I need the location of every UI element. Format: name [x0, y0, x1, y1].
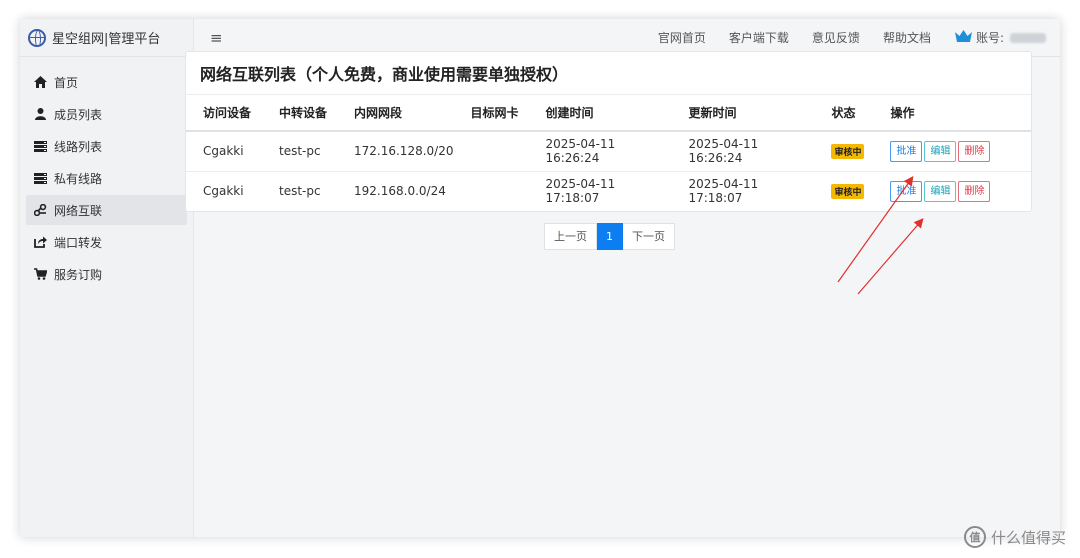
network-table: 访问设备 中转设备 内网网段 目标网卡 创建时间 更新时间 状态 操作 Cgak… [186, 95, 1031, 211]
delete-button[interactable]: 删除 [958, 180, 991, 202]
col-status: 状态 [814, 95, 874, 132]
cell-relay-device: test-pc [279, 184, 321, 199]
sidebar-nav: 首页 成员列表 线路列表 私有线路 网络互联 端口转发 服务订购 [20, 57, 193, 289]
top-links: 官网首页 客户端下载 意见反馈 帮助文档 账号: [635, 29, 1060, 46]
cell-created-time: 2025-04-11 16:26:24 [528, 131, 672, 172]
col-relay-device: 中转设备 [262, 95, 337, 132]
cell-created-time: 2025-04-11 17:18:07 [545, 177, 616, 206]
cell-updated-time: 2025-04-11 16:26:24 [671, 131, 815, 172]
cell-status: 审核中 [814, 171, 873, 211]
cell-updated-time: 2025-04-11 17:18:07 [688, 177, 759, 206]
pagination: 上一页 1 下一页 [544, 223, 675, 250]
cell-actions: 批准 编辑 删除 [873, 171, 1031, 211]
cell-relay-device: test-pc [262, 131, 337, 172]
col-actions: 操作 [873, 95, 1031, 132]
watermark: 值 什么值得买 [963, 526, 1066, 548]
sidebar-item-label: 线路列表 [54, 139, 103, 154]
watermark-logo: 值 [963, 526, 986, 548]
col-created-time: 创建时间 [528, 95, 672, 132]
crown-icon [954, 29, 972, 46]
edit-button[interactable]: 编辑 [924, 180, 957, 202]
link-help-docs[interactable]: 帮助文档 [883, 29, 931, 46]
globe-icon [28, 28, 46, 47]
edit-button[interactable]: 编辑 [924, 140, 957, 162]
cell-subnet: 172.16.128.0/20 [337, 131, 454, 172]
col-target-nic: 目标网卡 [453, 95, 529, 132]
sidebar-item-label: 首页 [54, 75, 79, 90]
sidebar-item-network[interactable]: 网络互联 [26, 195, 187, 225]
sidebar-item-private-lines[interactable]: 私有线路 [26, 163, 187, 193]
cell-access-device: Cgakki [186, 131, 262, 172]
sidebar-item-lines[interactable]: 线路列表 [26, 131, 187, 161]
brand-title: 星空组网|管理平台 [52, 32, 161, 47]
cell-status: 审核中 [814, 131, 874, 172]
sidebar: 星空组网|管理平台 首页 成员列表 线路列表 私有线路 网络互联 端口转发 服务… [20, 19, 194, 537]
sidebar-item-label: 服务订购 [54, 267, 103, 282]
sidebar-item-label: 端口转发 [54, 235, 103, 250]
page-title: 网络互联列表（个人免费，商业使用需要单独授权） [186, 52, 1031, 95]
link-client-download[interactable]: 客户端下载 [729, 29, 789, 46]
table-header-row: 访问设备 中转设备 内网网段 目标网卡 创建时间 更新时间 状态 操作 [186, 95, 1031, 132]
col-access-device: 访问设备 [186, 95, 262, 132]
delete-button[interactable]: 删除 [958, 140, 991, 162]
sidebar-item-label: 网络互联 [54, 203, 103, 218]
menu-icon[interactable]: ≡ [210, 29, 223, 47]
sidebar-item-subscribe[interactable]: 服务订购 [26, 259, 187, 289]
prev-page-button[interactable]: 上一页 [544, 223, 597, 250]
table-row: Cgakki test-pc 192.168.0.0/24 2025-04-11… [186, 171, 1031, 211]
table-row: Cgakki test-pc 172.16.128.0/20 2025-04-1… [186, 131, 1031, 172]
cell-access-device: Cgakki [203, 184, 244, 199]
share-icon [33, 235, 47, 249]
cell-subnet: 192.168.0.0/24 [354, 184, 446, 199]
server-icon [33, 171, 47, 185]
next-page-button[interactable]: 下一页 [623, 223, 675, 250]
link-official-home[interactable]: 官网首页 [658, 29, 706, 46]
sidebar-item-port-forward[interactable]: 端口转发 [26, 227, 187, 257]
approve-button[interactable]: 批准 [890, 140, 923, 162]
status-badge: 审核中 [831, 183, 865, 199]
sidebar-item-label: 成员列表 [54, 107, 103, 122]
account-name-redacted [1010, 32, 1046, 43]
user-icon [33, 107, 47, 121]
cell-target-nic [453, 171, 528, 211]
network-list-card: 网络互联列表（个人免费，商业使用需要单独授权） 访问设备 中转设备 内网网段 目… [185, 51, 1032, 212]
home-icon [33, 75, 47, 89]
col-subnet: 内网网段 [337, 95, 454, 132]
col-updated-time: 更新时间 [671, 95, 815, 132]
status-badge: 审核中 [831, 143, 865, 159]
network-icon [33, 203, 47, 217]
cart-icon [33, 267, 47, 281]
cell-actions: 批准 编辑 删除 [873, 131, 1031, 172]
page-number-button[interactable]: 1 [597, 223, 623, 250]
sidebar-item-members[interactable]: 成员列表 [26, 99, 187, 129]
watermark-text: 什么值得买 [990, 528, 1066, 547]
account-label[interactable]: 账号: [976, 29, 1004, 46]
sidebar-item-home[interactable]: 首页 [26, 67, 187, 97]
server-icon [33, 139, 47, 153]
approve-button[interactable]: 批准 [890, 180, 923, 202]
brand[interactable]: 星空组网|管理平台 [20, 19, 193, 57]
sidebar-item-label: 私有线路 [54, 171, 103, 186]
cell-target-nic [453, 131, 529, 172]
link-feedback[interactable]: 意见反馈 [812, 29, 860, 46]
